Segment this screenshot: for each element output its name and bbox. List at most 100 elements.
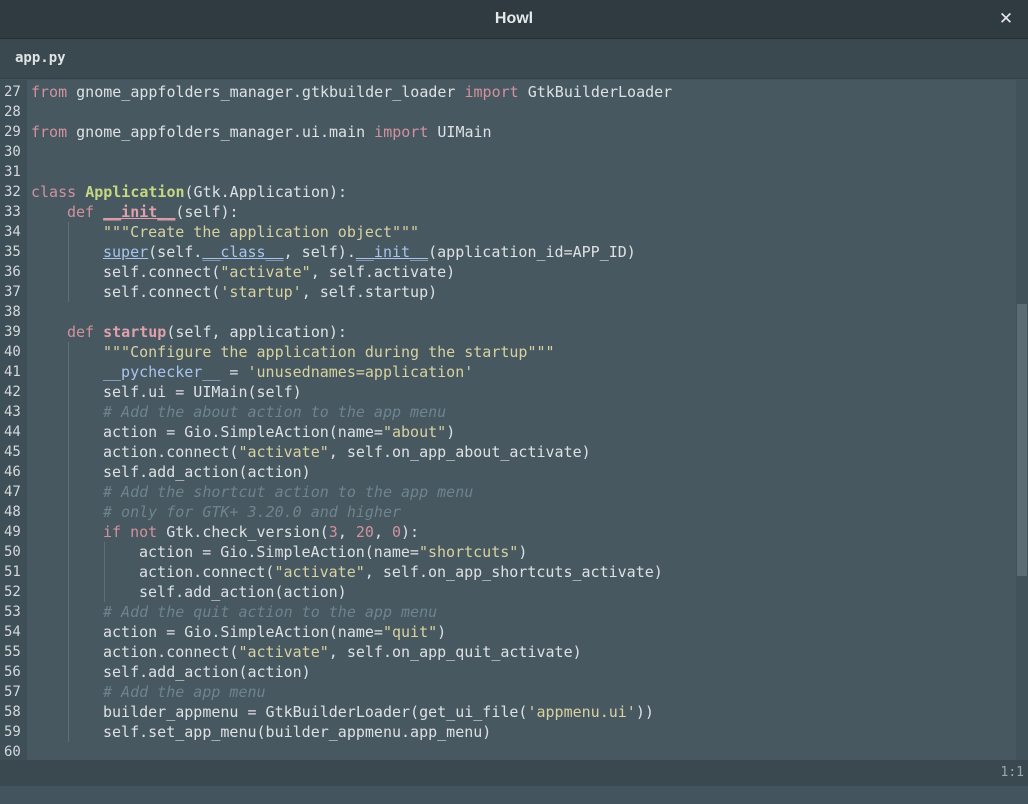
code-line[interactable]: 28: [0, 102, 1014, 122]
code-token: gnome_appfolders_manager.gtkbuilder_load…: [67, 83, 465, 101]
code-token: action = Gio.SimpleAction(name=: [103, 423, 383, 441]
code-line[interactable]: 39 def startup(self, application):: [0, 322, 1014, 342]
code-line[interactable]: 49 if not Gtk.check_version(3, 20, 0):: [0, 522, 1014, 542]
code-line[interactable]: 27 from gnome_appfolders_manager.gtkbuild…: [0, 82, 1014, 102]
code-token: "quit": [382, 623, 438, 641]
code-text: def startup(self, application):: [67, 322, 347, 342]
code-line[interactable]: 60: [0, 742, 1014, 760]
code-line[interactable]: 42 self.ui = UIMain(self): [0, 382, 1014, 402]
code-line[interactable]: 48 # only for GTK+ 3.20.0 and higher: [0, 502, 1014, 522]
code-text: self.ui = UIMain(self): [103, 382, 302, 402]
code-line[interactable]: 34 """Create the application object""": [0, 222, 1014, 242]
code-editor[interactable]: 27 from gnome_appfolders_manager.gtkbuild…: [0, 80, 1028, 760]
command-line[interactable]: [0, 786, 1028, 804]
code-token: """Create the application object""": [103, 223, 420, 241]
code-line[interactable]: 51 action.connect("activate", self.on_app…: [0, 562, 1014, 582]
code-line[interactable]: 53 # Add the quit action to the app menu: [0, 602, 1014, 622]
close-icon[interactable]: ✕: [996, 9, 1016, 29]
line-number: 60: [4, 744, 21, 760]
indent-guide: [68, 442, 69, 462]
indent-guide: [68, 262, 69, 282]
line-number: 39: [4, 324, 21, 340]
code-token: UIMain: [428, 123, 492, 141]
code-token: # only for GTK+ 3.20.0 and higher: [103, 503, 402, 521]
code-token: __class__: [202, 243, 284, 261]
line-number: 31: [4, 164, 21, 180]
code-line[interactable]: 44 action = Gio.SimpleAction(name="about"…: [0, 422, 1014, 442]
code-line[interactable]: 29 from gnome_appfolders_manager.ui.main …: [0, 122, 1014, 142]
code-line[interactable]: 45 action.connect("activate", self.on_app…: [0, 442, 1014, 462]
scrollbar-thumb[interactable]: [1017, 304, 1027, 576]
line-number: 51: [4, 564, 21, 580]
line-number: 58: [4, 704, 21, 720]
indent-guide: [68, 702, 69, 722]
code-token: Gtk.check_version(: [157, 523, 329, 541]
line-number: 42: [4, 384, 21, 400]
indent-guide: [68, 562, 69, 582]
code-text: action = Gio.SimpleAction(name="quit"): [103, 622, 446, 642]
code-line[interactable]: 58 builder_appmenu = GtkBuilderLoader(get…: [0, 702, 1014, 722]
code-token: ): [518, 543, 528, 561]
line-number: 37: [4, 284, 21, 300]
line-number: 49: [4, 524, 21, 540]
code-token: from: [31, 123, 68, 141]
vertical-scrollbar[interactable]: [1016, 80, 1028, 760]
indent-guide: [68, 682, 69, 702]
code-text: self.set_app_menu(builder_appmenu.app_me…: [103, 722, 491, 742]
code-token: self.add_action(action): [139, 583, 347, 601]
code-token: "activate": [238, 443, 329, 461]
line-number: 38: [4, 304, 21, 320]
code-line[interactable]: 57 # Add the app menu: [0, 682, 1014, 702]
code-line[interactable]: 37 self.connect('startup', self.startup): [0, 282, 1014, 302]
code-line[interactable]: 31: [0, 162, 1014, 182]
code-line[interactable]: 50 action = Gio.SimpleAction(name="shortc…: [0, 542, 1014, 562]
status-bar: 1:1: [0, 760, 1028, 786]
code-text: self.add_action(action): [103, 462, 311, 482]
indent-guide: [104, 562, 105, 582]
code-token: from: [31, 83, 68, 101]
indent-guide: [68, 582, 69, 602]
indent-guide: [104, 542, 105, 562]
code-token: __init__: [355, 243, 429, 261]
code-token: import: [464, 83, 519, 101]
code-line[interactable]: 54 action = Gio.SimpleAction(name="quit"): [0, 622, 1014, 642]
line-number: 43: [4, 404, 21, 420]
code-line[interactable]: 59 self.set_app_menu(builder_appmenu.app_…: [0, 722, 1014, 742]
code-token: 3: [328, 523, 338, 541]
code-line[interactable]: 46 self.add_action(action): [0, 462, 1014, 482]
code-text: # only for GTK+ 3.20.0 and higher: [103, 502, 401, 522]
code-token: ): [437, 623, 447, 641]
code-token: builder_appmenu = GtkBuilderLoader(get_u…: [103, 703, 528, 721]
code-token: =: [220, 363, 248, 381]
code-text: def __init__(self):: [67, 202, 239, 222]
code-line[interactable]: 47 # Add the shortcut action to the app m…: [0, 482, 1014, 502]
code-token: def: [67, 203, 95, 221]
code-token: # Add the about action to the app menu: [103, 403, 447, 421]
code-token: 0: [392, 523, 402, 541]
code-line[interactable]: 41 __pychecker__ = 'unusednames=applicati…: [0, 362, 1014, 382]
line-number: 36: [4, 264, 21, 280]
code-lines[interactable]: 27 from gnome_appfolders_manager.gtkbuild…: [0, 82, 1014, 760]
code-token: action = Gio.SimpleAction(name=: [103, 623, 383, 641]
code-line[interactable]: 56 self.add_action(action): [0, 662, 1014, 682]
code-line[interactable]: 43 # Add the about action to the app menu: [0, 402, 1014, 422]
code-token: action.connect(: [139, 563, 275, 581]
code-line[interactable]: 33 def __init__(self):: [0, 202, 1014, 222]
code-line[interactable]: 35 super(self.__class__, self).__init__(a…: [0, 242, 1014, 262]
code-line[interactable]: 40 """Configure the application during th…: [0, 342, 1014, 362]
tab-app-py[interactable]: app.py: [15, 39, 66, 78]
code-line[interactable]: 36 self.connect("activate", self.activate…: [0, 262, 1014, 282]
code-token: "about": [382, 423, 447, 441]
line-number: 53: [4, 604, 21, 620]
code-token: "activate": [274, 563, 365, 581]
code-line[interactable]: 30: [0, 142, 1014, 162]
code-line[interactable]: 32 class Application(Gtk.Application):: [0, 182, 1014, 202]
code-line[interactable]: 38: [0, 302, 1014, 322]
code-token: ): [446, 423, 456, 441]
code-token: # Add the shortcut action to the app men…: [103, 483, 474, 501]
code-line[interactable]: 52 self.add_action(action): [0, 582, 1014, 602]
code-token: self.add_action(action): [103, 663, 311, 681]
code-line[interactable]: 55 action.connect("activate", self.on_app…: [0, 642, 1014, 662]
